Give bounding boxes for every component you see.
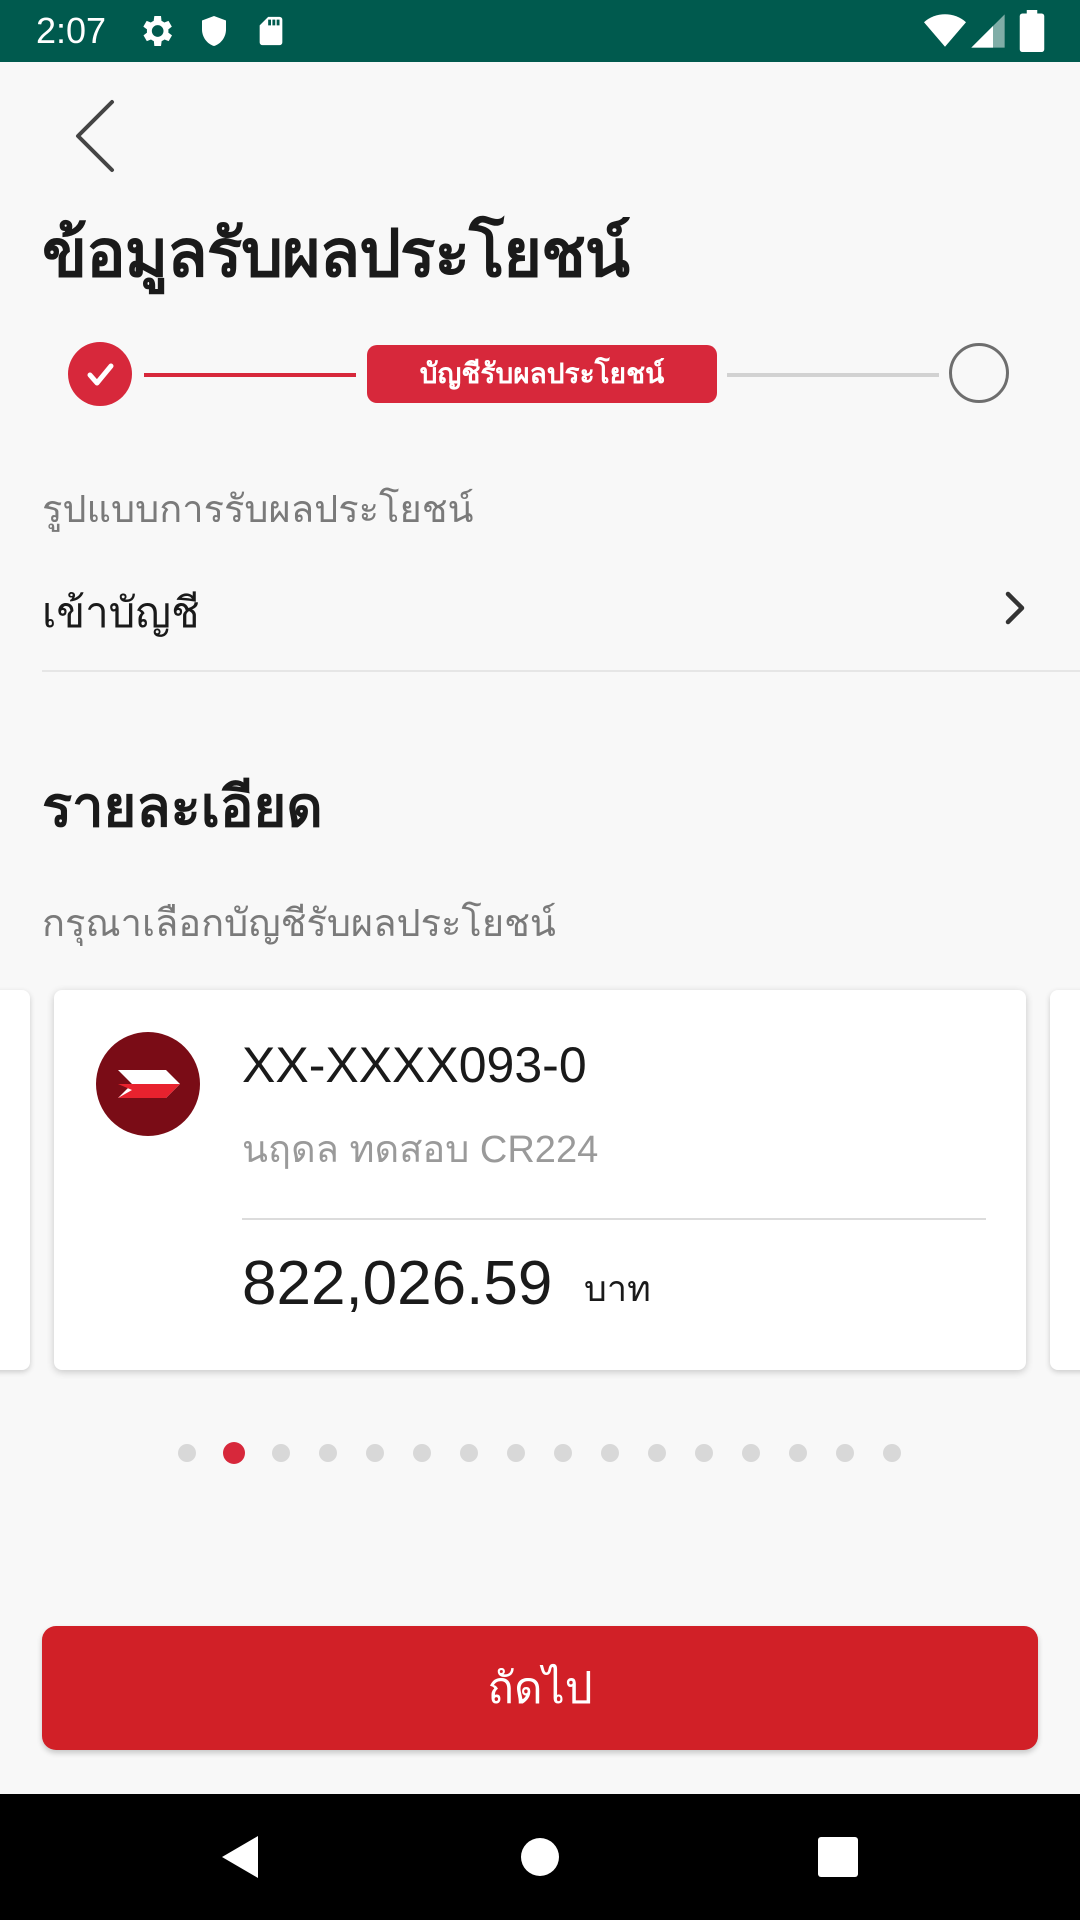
currency-label: บาท xyxy=(584,1269,651,1310)
page-title: ข้อมูลรับผลประโยชน์ xyxy=(42,215,630,292)
back-triangle-icon[interactable] xyxy=(210,1832,270,1882)
step-connector-done xyxy=(144,373,356,377)
pager-dot-active[interactable] xyxy=(223,1442,245,1464)
pager-dot[interactable] xyxy=(413,1444,431,1462)
pager-dot[interactable] xyxy=(695,1444,713,1462)
sd-card-icon xyxy=(259,16,283,46)
account-card-next[interactable] xyxy=(1050,990,1080,1370)
carousel-pager xyxy=(0,1442,1080,1466)
home-circle-icon[interactable] xyxy=(510,1832,570,1882)
pager-dot[interactable] xyxy=(648,1444,666,1462)
check-icon xyxy=(87,363,114,386)
account-number: XX-XXXX093-0 xyxy=(242,1037,587,1093)
divider xyxy=(42,670,1080,672)
chevron-right-icon xyxy=(1005,591,1025,625)
account-name: นฤดล ทดสอบ CR224 xyxy=(242,1129,599,1171)
next-button[interactable]: ถัดไป xyxy=(42,1626,1038,1750)
section-title: รายละเอียด xyxy=(42,775,323,840)
account-card[interactable]: XX-XXXX093-0 นฤดล ทดสอบ CR224 822,026.59… xyxy=(54,990,1026,1370)
benefit-type-label: รูปแบบการรับผลประโยชน์ xyxy=(42,487,474,531)
battery-icon xyxy=(1019,10,1045,52)
status-bar: 2:07 xyxy=(0,0,1080,62)
chevron-left-icon xyxy=(76,100,114,172)
back-button[interactable] xyxy=(62,96,132,176)
pager-dot[interactable] xyxy=(742,1444,760,1462)
step-connector-todo xyxy=(727,373,939,377)
wifi-icon xyxy=(924,14,966,47)
benefit-type-value: เข้าบัญชี xyxy=(42,588,200,637)
card-divider xyxy=(242,1218,986,1220)
pager-dot[interactable] xyxy=(789,1444,807,1462)
bank-logo-icon xyxy=(96,1032,200,1136)
pager-dot[interactable] xyxy=(319,1444,337,1462)
pager-dot[interactable] xyxy=(601,1444,619,1462)
step-todo xyxy=(949,343,1009,403)
pager-dot[interactable] xyxy=(507,1444,525,1462)
status-time: 2:07 xyxy=(36,10,107,51)
step-done xyxy=(68,342,132,406)
account-balance: 822,026.59 xyxy=(242,1249,553,1318)
account-card-previous[interactable] xyxy=(0,990,30,1370)
step-current-label: บัญชีรับผลประโยชน์ xyxy=(367,345,717,403)
pager-dot[interactable] xyxy=(460,1444,478,1462)
gear-icon xyxy=(143,16,172,46)
select-account-hint: กรุณาเลือกบัญชีรับผลประโยชน์ xyxy=(42,901,556,945)
cell-signal-icon xyxy=(971,14,1005,48)
benefit-type-select[interactable]: เข้าบัญชี xyxy=(0,560,1080,672)
shield-icon xyxy=(202,16,226,46)
system-nav-bar xyxy=(0,1794,1080,1920)
pager-dot[interactable] xyxy=(366,1444,384,1462)
pager-dot[interactable] xyxy=(836,1444,854,1462)
pager-dot[interactable] xyxy=(554,1444,572,1462)
pager-dot[interactable] xyxy=(272,1444,290,1462)
pager-dot[interactable] xyxy=(883,1444,901,1462)
recents-square-icon[interactable] xyxy=(808,1832,868,1882)
progress-stepper: บัญชีรับผลประโยชน์ xyxy=(0,340,1080,410)
pager-dot[interactable] xyxy=(178,1444,196,1462)
